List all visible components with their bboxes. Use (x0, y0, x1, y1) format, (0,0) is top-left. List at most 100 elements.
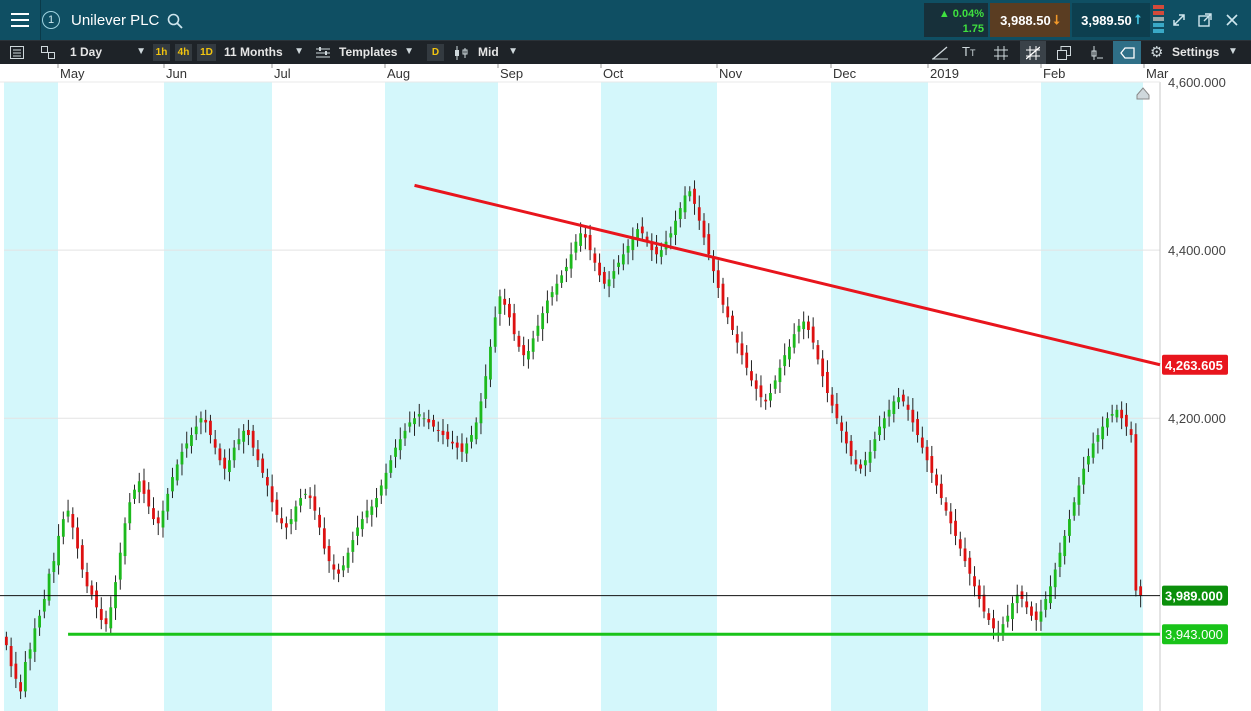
candle-body (844, 431, 848, 444)
candle-body (1139, 586, 1143, 596)
popout-icon[interactable] (1198, 13, 1212, 27)
sell-price-button[interactable]: 3,988.50 ⭣ (990, 3, 1070, 37)
search-icon[interactable] (167, 13, 183, 29)
templates-select[interactable]: Templates ▼ (312, 41, 420, 65)
candle-body (1110, 414, 1114, 416)
chevron-down-icon: ▼ (404, 46, 414, 57)
candle-body (536, 325, 540, 336)
candle-body (1063, 535, 1067, 557)
y-tick-label: 4,400.000 (1168, 243, 1226, 258)
candle-body (527, 350, 530, 360)
candle-body (403, 430, 407, 439)
alert-icon[interactable] (1089, 46, 1103, 60)
interval-select[interactable]: 1 Day ▼ (62, 41, 150, 65)
month-band (601, 82, 717, 711)
indicators-button[interactable] (1020, 41, 1046, 65)
candle-body (1129, 429, 1133, 436)
layout-icon[interactable] (41, 46, 55, 59)
text-tool-icon[interactable]: TT (962, 44, 975, 59)
quick-1h-button[interactable]: 1h (153, 44, 170, 61)
candle-body (792, 334, 796, 348)
candle-body (432, 419, 435, 427)
candle-body (906, 404, 910, 410)
candle-body (1106, 418, 1109, 428)
instrument-title[interactable]: Unilever PLC (71, 12, 159, 29)
range-select[interactable]: 11 Months ▼ (218, 41, 308, 65)
candle-body (583, 234, 587, 238)
candle-body (180, 451, 184, 465)
templates-label: Templates (339, 45, 398, 59)
candle-body (901, 394, 905, 402)
copy-icon[interactable] (1057, 46, 1071, 60)
candle-body (1044, 598, 1048, 610)
candle-body (166, 493, 170, 512)
candle-body (735, 334, 739, 343)
price-type-select[interactable]: Mid ▼ (450, 41, 524, 65)
candle-body (85, 572, 89, 587)
candle-body (811, 326, 815, 343)
draw-line-icon[interactable] (932, 46, 948, 60)
candle-body (821, 358, 825, 377)
candle-body (550, 292, 554, 298)
shrink-icon[interactable] (1172, 13, 1186, 27)
candle-body (522, 345, 526, 356)
candle-body (840, 422, 844, 431)
candle-body (337, 569, 340, 574)
candle-body (750, 371, 753, 381)
candle-body (1082, 468, 1086, 485)
candle-body (1072, 502, 1076, 516)
candle-body (579, 233, 583, 246)
candle-body (688, 191, 692, 197)
candle-body (920, 437, 924, 448)
crosshair-icon[interactable] (994, 46, 1008, 60)
title-bar: 1 Unilever PLC ▲ 0.04% 1.75 3,988.50 ⭣ 3… (0, 0, 1251, 40)
candle-body (42, 598, 46, 612)
settings-button[interactable]: ⚙ Settings ▼ (1150, 41, 1250, 65)
candle-body (963, 548, 967, 562)
candles-icon (455, 46, 468, 60)
month-tick-label: Aug (387, 66, 410, 81)
candle-body (194, 426, 198, 435)
change-percent: ▲ 0.04% (938, 8, 984, 20)
candle-body (560, 275, 564, 283)
order-tool-button[interactable] (1113, 41, 1141, 65)
candle-body (859, 464, 863, 469)
candle-body (332, 564, 336, 570)
chart-area[interactable]: May Jun Jul Aug Sep Oct Nov Dec 2019 Feb Mar 4,600.… (0, 64, 1251, 711)
candle-body (313, 496, 317, 511)
month-tick-label: Feb (1043, 66, 1065, 81)
buy-price-button[interactable]: 3,989.50 ⭡ (1072, 3, 1150, 37)
quick-1d-button[interactable]: 1D (197, 44, 216, 61)
candle-body (925, 446, 929, 461)
list-icon[interactable] (10, 46, 24, 59)
candle-body (626, 245, 630, 253)
candle-body (716, 270, 720, 288)
month-tick-label: Dec (833, 66, 857, 81)
candle-body (973, 576, 976, 587)
candle-body (830, 394, 834, 406)
candle-body (764, 399, 768, 402)
month-band (4, 82, 58, 711)
month-band (1041, 82, 1143, 711)
candle-body (797, 325, 801, 332)
candle-body (916, 419, 919, 436)
window-number-badge[interactable]: 1 (42, 11, 60, 29)
price-chart[interactable]: May Jun Jul Aug Sep Oct Nov Dec 2019 Feb Mar4,600.… (0, 64, 1251, 711)
candle-body (384, 472, 388, 489)
hamburger-icon (11, 13, 29, 27)
y-tick-label: 4,600.000 (1168, 75, 1226, 90)
menu-button[interactable] (0, 0, 41, 40)
candle-body (1068, 519, 1071, 536)
close-icon[interactable] (1226, 14, 1238, 26)
candle-body (152, 508, 155, 520)
candle-body (99, 609, 103, 620)
candle-body (365, 510, 369, 518)
candle-body (1030, 606, 1033, 616)
candle-body (816, 345, 820, 360)
candle-body (76, 527, 79, 549)
candle-body (356, 527, 359, 536)
candle-body (322, 528, 326, 549)
d-button[interactable]: D (427, 44, 444, 61)
quick-4h-button[interactable]: 4h (175, 44, 192, 61)
depth-bars-icon[interactable] (1153, 5, 1164, 35)
